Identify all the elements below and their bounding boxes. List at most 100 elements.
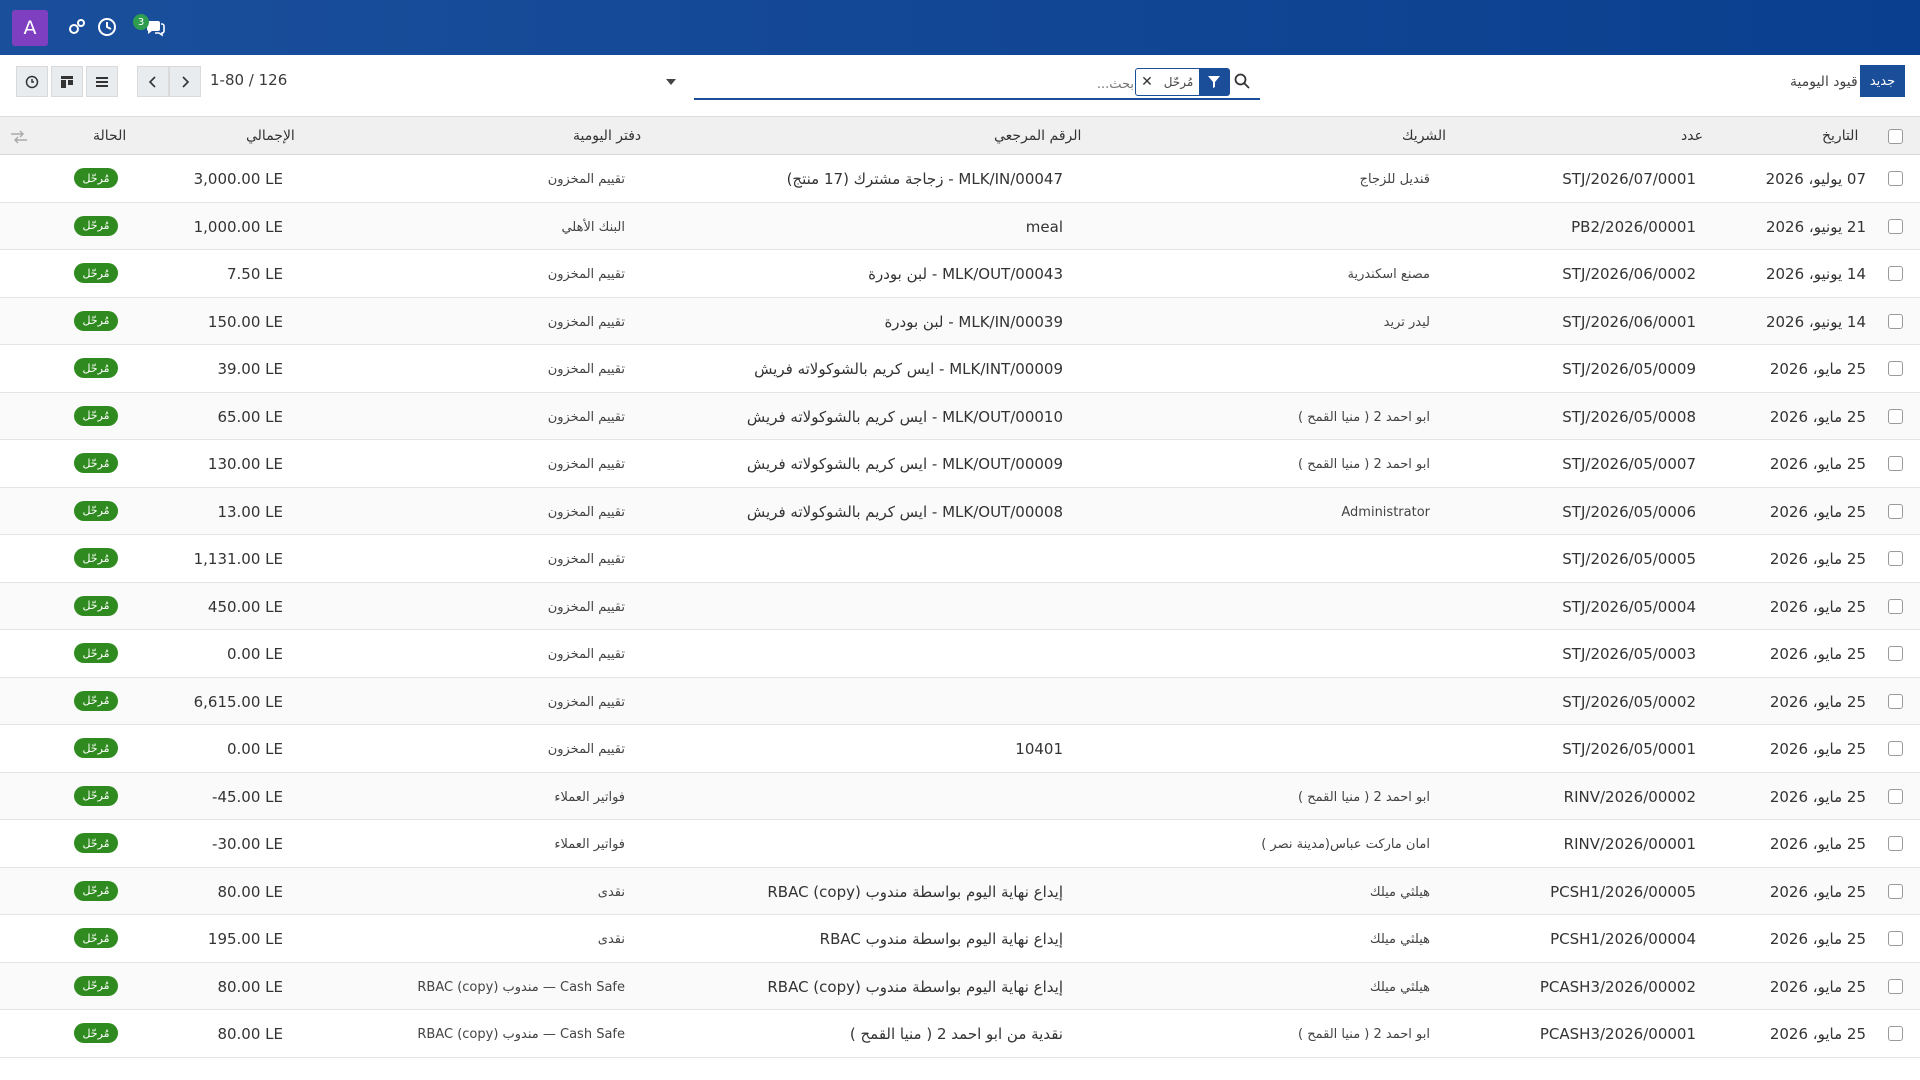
column-ref[interactable]: الرقم المرجعي bbox=[994, 128, 1081, 144]
ref-cell: MLK/OUT/00009 - ايس كريم بالشوكولاته فري… bbox=[746, 455, 1063, 473]
journal-cell: Cash Safe — مندوب RBAC (copy) bbox=[417, 1027, 625, 1042]
table-row[interactable]: مُرحّل 130.00 LE تقييم المخزون MLK/OUT/0000… bbox=[0, 440, 1920, 488]
table-row[interactable]: مُرحّل 6,615.00 LE تقييم المخزون STJ/2026/0… bbox=[0, 677, 1920, 725]
total-cell: 0.00 LE bbox=[226, 740, 283, 758]
journal-cell: تقييم المخزون bbox=[547, 504, 625, 520]
row-checkbox[interactable] bbox=[1888, 266, 1903, 281]
status-badge: مُرحّل bbox=[74, 405, 118, 426]
settings-icon[interactable] bbox=[66, 16, 88, 38]
partner-cell: ابو احمد 2 ( منيا القمح ) bbox=[1298, 409, 1430, 425]
journal-cell: تقييم المخزون bbox=[547, 552, 625, 567]
date-cell: 25 مايو، 2026 bbox=[1769, 977, 1866, 996]
clock-icon[interactable] bbox=[96, 16, 118, 38]
search-icon[interactable] bbox=[1234, 73, 1252, 91]
table-row[interactable]: مُرحّل 7.50 LE تقييم المخزون MLK/OUT/00043 … bbox=[0, 250, 1920, 298]
table-row[interactable]: مُرحّل -30.00 LE فواتير العملاء امان ماركت … bbox=[0, 820, 1920, 868]
total-cell: 65.00 LE bbox=[217, 407, 283, 426]
number-cell: RINV/2026/00002 bbox=[1563, 787, 1696, 806]
ref-cell: إيداع نهاية اليوم بواسطة مندوب RBAC (cop… bbox=[767, 977, 1063, 996]
ref-cell: MLK/INT/00009 - ايس كريم بالشوكولاته فري… bbox=[754, 360, 1063, 378]
total-cell: 13.00 LE bbox=[217, 502, 283, 521]
table-row[interactable]: مُرحّل 39.00 LE تقييم المخزون MLK/INT/00009… bbox=[0, 345, 1920, 393]
journal-cell: تقييم المخزون bbox=[547, 694, 625, 710]
date-cell: 25 مايو، 2026 bbox=[1769, 502, 1866, 521]
total-cell: 80.00 LE bbox=[217, 882, 283, 901]
row-checkbox[interactable] bbox=[1888, 171, 1903, 186]
table-row[interactable]: مُرحّل 0.00 LE تقييم المخزون STJ/2026/05/00… bbox=[0, 630, 1920, 678]
table-row[interactable]: مُرحّل 80.00 LE نقدى إيداع نهاية اليوم بواس… bbox=[0, 867, 1920, 915]
select-all-checkbox[interactable] bbox=[1888, 129, 1903, 144]
new-button[interactable]: جديد bbox=[1860, 65, 1905, 97]
row-checkbox[interactable] bbox=[1888, 788, 1903, 804]
table-row[interactable]: مُرحّل 13.00 LE تقييم المخزون MLK/OUT/00008… bbox=[0, 487, 1920, 535]
partner-cell: ابو احمد 2 ( منيا القمح ) bbox=[1298, 457, 1430, 472]
total-cell: 39.00 LE bbox=[217, 360, 283, 378]
journal-cell: تقييم المخزون bbox=[547, 647, 625, 662]
row-checkbox[interactable] bbox=[1888, 361, 1903, 376]
column-number[interactable]: عدد bbox=[1681, 128, 1703, 144]
table-row[interactable]: مُرحّل 195.00 LE نقدى إيداع نهاية اليوم بوا… bbox=[0, 915, 1920, 963]
row-checkbox[interactable] bbox=[1888, 598, 1903, 614]
table-row[interactable]: مُرحّل 150.00 LE تقييم المخزون MLK/IN/00039… bbox=[0, 297, 1920, 345]
row-checkbox[interactable] bbox=[1888, 1026, 1903, 1041]
row-checkbox[interactable] bbox=[1888, 218, 1903, 234]
row-checkbox[interactable] bbox=[1888, 313, 1903, 329]
column-date[interactable]: التاريخ bbox=[1822, 128, 1858, 144]
date-cell: 25 مايو، 2026 bbox=[1769, 550, 1866, 568]
table-row[interactable]: مُرحّل 80.00 LE Cash Safe — مندوب RBAC (co… bbox=[0, 962, 1920, 1010]
user-avatar[interactable]: A bbox=[12, 10, 48, 46]
table-row[interactable]: مُرحّل -45.00 LE فواتير العملاء ابو احمد 2 … bbox=[0, 772, 1920, 820]
table-row[interactable]: مُرحّل 80.00 LE Cash Safe — مندوب RBAC (co… bbox=[0, 1010, 1920, 1058]
table-row[interactable]: مُرحّل 3,000.00 LE تقييم المخزون MLK/IN/000… bbox=[0, 155, 1920, 203]
date-cell: 25 مايو، 2026 bbox=[1769, 740, 1866, 758]
column-journal[interactable]: دفتر اليومية bbox=[573, 128, 641, 144]
row-checkbox[interactable] bbox=[1888, 503, 1903, 519]
ref-cell: MLK/OUT/00043 - لبن بودرة bbox=[868, 265, 1063, 283]
status-badge: مُرحّل bbox=[74, 595, 118, 616]
partner-cell: امان ماركت عباس(مدينة نصر ) bbox=[1261, 837, 1430, 852]
status-badge: مُرحّل bbox=[74, 215, 118, 236]
status-badge: مُرحّل bbox=[74, 310, 118, 331]
list-view-button[interactable] bbox=[86, 66, 118, 97]
row-checkbox[interactable] bbox=[1888, 551, 1903, 566]
partner-cell: Administrator bbox=[1341, 504, 1430, 520]
column-partner[interactable]: الشريك bbox=[1402, 128, 1446, 144]
search-input[interactable] bbox=[694, 72, 1134, 96]
number-cell: PCASH3/2026/00002 bbox=[1539, 977, 1696, 996]
search-options-toggle[interactable] bbox=[660, 72, 682, 92]
table-row[interactable]: مُرحّل 0.00 LE تقييم المخزون 10401 STJ/2026/… bbox=[0, 725, 1920, 773]
partner-cell: ابو احمد 2 ( منيا القمح ) bbox=[1298, 789, 1430, 805]
row-checkbox[interactable] bbox=[1888, 646, 1903, 661]
clock-icon bbox=[25, 75, 39, 88]
row-checkbox[interactable] bbox=[1888, 978, 1903, 994]
table-row[interactable]: مُرحّل 450.00 LE تقييم المخزون STJ/2026/05/… bbox=[0, 582, 1920, 630]
table-row[interactable]: مُرحّل 65.00 LE تقييم المخزون MLK/OUT/00010… bbox=[0, 392, 1920, 440]
activity-view-button[interactable] bbox=[16, 66, 48, 97]
journal-entries-table: الحالة الإجمالي دفتر اليومية الرقم المرج… bbox=[0, 117, 1920, 1058]
date-cell: 07 يوليو، 2026 bbox=[1765, 170, 1866, 188]
row-checkbox[interactable] bbox=[1888, 741, 1903, 756]
status-badge: مُرحّل bbox=[74, 500, 118, 521]
journal-cell: البنك الأهلي bbox=[561, 219, 625, 235]
column-status[interactable]: الحالة bbox=[93, 128, 126, 144]
partner-cell: قنديل للزجاج bbox=[1359, 172, 1430, 187]
row-checkbox[interactable] bbox=[1888, 883, 1903, 899]
status-badge: مُرحّل bbox=[74, 643, 118, 663]
row-checkbox[interactable] bbox=[1888, 408, 1903, 424]
facet-remove-button[interactable]: ✕ bbox=[1136, 69, 1158, 95]
table-row[interactable]: مُرحّل 1,131.00 LE تقييم المخزون STJ/2026/0… bbox=[0, 535, 1920, 583]
kanban-view-button[interactable] bbox=[51, 66, 83, 97]
pager-previous-button[interactable] bbox=[137, 66, 169, 97]
number-cell: PCASH3/2026/00001 bbox=[1539, 1025, 1696, 1043]
table-row[interactable]: مُرحّل 1,000.00 LE البنك الأهلي meal PB2/202… bbox=[0, 202, 1920, 250]
row-checkbox[interactable] bbox=[1888, 931, 1903, 946]
row-checkbox[interactable] bbox=[1888, 693, 1903, 709]
partner-cell: ابو احمد 2 ( منيا القمح ) bbox=[1298, 1027, 1430, 1042]
column-total[interactable]: الإجمالي bbox=[246, 128, 295, 144]
pager-value[interactable]: 1-80 / 126 bbox=[210, 71, 287, 89]
column-settings-icon[interactable] bbox=[10, 129, 28, 144]
row-checkbox[interactable] bbox=[1888, 836, 1903, 851]
pager-next-button[interactable] bbox=[169, 66, 201, 97]
number-cell: STJ/2026/06/0001 bbox=[1562, 312, 1696, 331]
row-checkbox[interactable] bbox=[1888, 456, 1903, 471]
